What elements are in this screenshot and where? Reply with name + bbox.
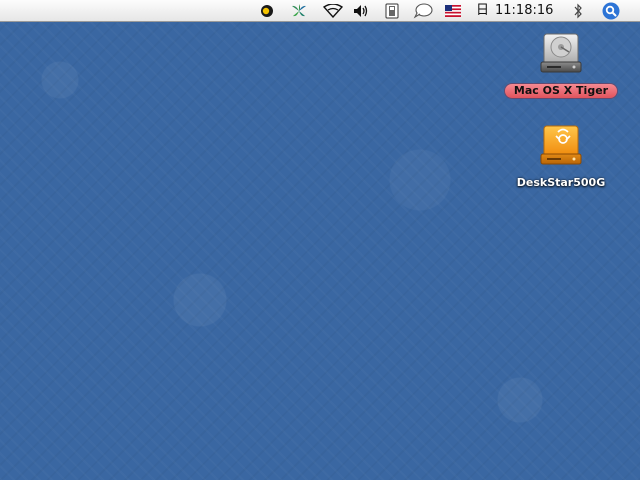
app-leaf-icon[interactable]: [288, 3, 310, 19]
menu-clock[interactable]: 11:18:16: [495, 3, 553, 19]
bluetooth-icon[interactable]: [571, 3, 585, 19]
wifi-icon[interactable]: [322, 3, 344, 19]
firewire-drive-icon: [540, 125, 582, 165]
display-status-icon[interactable]: [258, 3, 276, 19]
spotlight-icon[interactable]: [601, 2, 621, 20]
desktop-icon-label: Mac OS X Tiger: [504, 84, 618, 98]
volume-icon[interactable]: [352, 3, 370, 19]
hard-drive-icon: [540, 33, 582, 73]
us-flag-input-icon[interactable]: [444, 3, 462, 19]
chat-bubble-icon[interactable]: [412, 3, 434, 19]
desktop[interactable]: 日 11:18:16 Mac OS X Tiger DeskStar500G: [0, 0, 640, 480]
menu-bar: 日 11:18:16: [0, 0, 640, 22]
desktop-icon-mac-os-x-tiger[interactable]: Mac OS X Tiger: [504, 30, 618, 98]
clipboard-icon[interactable]: [383, 3, 401, 19]
calendar-glyph[interactable]: 日: [476, 3, 489, 19]
desktop-icon-deskstar500g[interactable]: DeskStar500G: [506, 122, 616, 190]
desktop-icon-label: DeskStar500G: [516, 176, 606, 189]
